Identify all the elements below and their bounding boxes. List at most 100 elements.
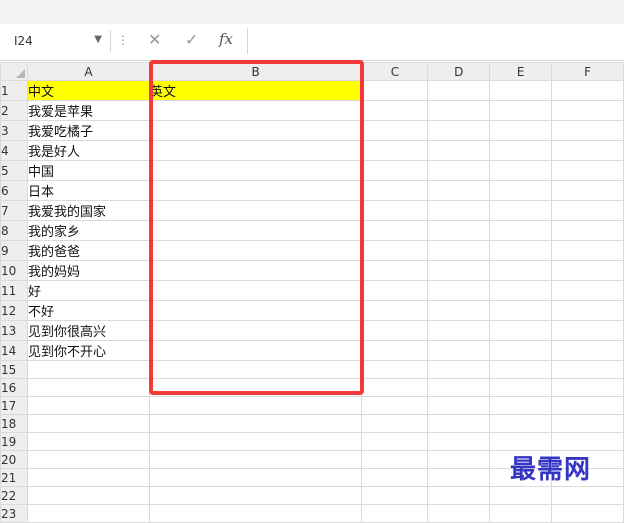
cell-a1[interactable]: 中文 bbox=[26, 80, 150, 101]
cell-c18[interactable] bbox=[361, 414, 429, 433]
cell-c6[interactable] bbox=[361, 180, 429, 201]
cell-f17[interactable] bbox=[551, 396, 624, 415]
cell-a22[interactable] bbox=[26, 486, 150, 505]
row-header[interactable]: 5 bbox=[0, 160, 28, 181]
cell-d20[interactable] bbox=[427, 450, 491, 469]
cell-e5[interactable] bbox=[489, 160, 553, 181]
column-header-d[interactable]: D bbox=[427, 62, 491, 81]
cell-c20[interactable] bbox=[361, 450, 429, 469]
row-header[interactable]: 6 bbox=[0, 180, 28, 201]
cell-d23[interactable] bbox=[427, 504, 491, 523]
cell-d7[interactable] bbox=[427, 200, 491, 221]
row-header[interactable]: 21 bbox=[0, 468, 28, 487]
cell-d1[interactable] bbox=[427, 80, 491, 101]
cell-c14[interactable] bbox=[361, 340, 429, 361]
cell-a2[interactable]: 我爱是苹果 bbox=[26, 100, 150, 121]
cell-c16[interactable] bbox=[361, 378, 429, 397]
cell-e23[interactable] bbox=[489, 504, 553, 523]
cell-e4[interactable] bbox=[489, 140, 553, 161]
name-box[interactable]: I24 ▼ bbox=[6, 30, 111, 52]
cell-f13[interactable] bbox=[551, 320, 624, 341]
cell-a14[interactable]: 见到你不开心 bbox=[26, 340, 150, 361]
cell-f16[interactable] bbox=[551, 378, 624, 397]
cell-e7[interactable] bbox=[489, 200, 553, 221]
row-header[interactable]: 23 bbox=[0, 504, 28, 523]
cell-f12[interactable] bbox=[551, 300, 624, 321]
cell-c13[interactable] bbox=[361, 320, 429, 341]
column-header-e[interactable]: E bbox=[489, 62, 553, 81]
cell-f8[interactable] bbox=[551, 220, 624, 241]
row-header[interactable]: 8 bbox=[0, 220, 28, 241]
cell-e17[interactable] bbox=[489, 396, 553, 415]
cell-a21[interactable] bbox=[26, 468, 150, 487]
cancel-icon[interactable]: ✕ bbox=[148, 30, 161, 49]
cell-d17[interactable] bbox=[427, 396, 491, 415]
cell-f18[interactable] bbox=[551, 414, 624, 433]
cell-d21[interactable] bbox=[427, 468, 491, 487]
cell-a5[interactable]: 中国 bbox=[26, 160, 150, 181]
cell-b23[interactable] bbox=[148, 504, 363, 523]
cell-e6[interactable] bbox=[489, 180, 553, 201]
cell-c15[interactable] bbox=[361, 360, 429, 379]
cell-d12[interactable] bbox=[427, 300, 491, 321]
cell-b19[interactable] bbox=[148, 432, 363, 451]
cell-d14[interactable] bbox=[427, 340, 491, 361]
cell-e9[interactable] bbox=[489, 240, 553, 261]
row-header[interactable]: 14 bbox=[0, 340, 28, 361]
cell-a6[interactable]: 日本 bbox=[26, 180, 150, 201]
cell-d13[interactable] bbox=[427, 320, 491, 341]
enter-icon[interactable]: ✓ bbox=[185, 30, 198, 49]
row-header[interactable]: 2 bbox=[0, 100, 28, 121]
cell-a17[interactable] bbox=[26, 396, 150, 415]
cell-a9[interactable]: 我的爸爸 bbox=[26, 240, 150, 261]
cell-c3[interactable] bbox=[361, 120, 429, 141]
cell-e13[interactable] bbox=[489, 320, 553, 341]
cell-d2[interactable] bbox=[427, 100, 491, 121]
cell-a23[interactable] bbox=[26, 504, 150, 523]
cell-a4[interactable]: 我是好人 bbox=[26, 140, 150, 161]
row-header[interactable]: 1 bbox=[0, 80, 28, 101]
cell-d3[interactable] bbox=[427, 120, 491, 141]
cell-f14[interactable] bbox=[551, 340, 624, 361]
cell-a10[interactable]: 我的妈妈 bbox=[26, 260, 150, 281]
cell-c2[interactable] bbox=[361, 100, 429, 121]
cell-e22[interactable] bbox=[489, 486, 553, 505]
cell-e11[interactable] bbox=[489, 280, 553, 301]
insert-function-icon[interactable]: fx bbox=[219, 30, 233, 48]
cell-d18[interactable] bbox=[427, 414, 491, 433]
cell-a18[interactable] bbox=[26, 414, 150, 433]
cell-f10[interactable] bbox=[551, 260, 624, 281]
cell-e1[interactable] bbox=[489, 80, 553, 101]
cell-a20[interactable] bbox=[26, 450, 150, 469]
cell-d4[interactable] bbox=[427, 140, 491, 161]
cell-f2[interactable] bbox=[551, 100, 624, 121]
cell-e19[interactable] bbox=[489, 432, 553, 451]
cell-f11[interactable] bbox=[551, 280, 624, 301]
cell-e12[interactable] bbox=[489, 300, 553, 321]
row-header[interactable]: 12 bbox=[0, 300, 28, 321]
column-header-a[interactable]: A bbox=[26, 62, 150, 81]
row-header[interactable]: 17 bbox=[0, 396, 28, 415]
row-header[interactable]: 20 bbox=[0, 450, 28, 469]
cell-b20[interactable] bbox=[148, 450, 363, 469]
cell-e15[interactable] bbox=[489, 360, 553, 379]
cell-a11[interactable]: 好 bbox=[26, 280, 150, 301]
cell-c1[interactable] bbox=[361, 80, 429, 101]
formula-input[interactable] bbox=[247, 28, 624, 54]
cell-c4[interactable] bbox=[361, 140, 429, 161]
cell-a8[interactable]: 我的家乡 bbox=[26, 220, 150, 241]
cell-e10[interactable] bbox=[489, 260, 553, 281]
row-header[interactable]: 19 bbox=[0, 432, 28, 451]
cell-f23[interactable] bbox=[551, 504, 624, 523]
drag-handle-icon[interactable]: ⋮ bbox=[117, 33, 129, 47]
cell-d8[interactable] bbox=[427, 220, 491, 241]
row-header[interactable]: 22 bbox=[0, 486, 28, 505]
cell-c17[interactable] bbox=[361, 396, 429, 415]
cell-d15[interactable] bbox=[427, 360, 491, 379]
row-header[interactable]: 3 bbox=[0, 120, 28, 141]
cell-f1[interactable] bbox=[551, 80, 624, 101]
cell-c9[interactable] bbox=[361, 240, 429, 261]
row-header[interactable]: 9 bbox=[0, 240, 28, 261]
cell-a12[interactable]: 不好 bbox=[26, 300, 150, 321]
cell-f6[interactable] bbox=[551, 180, 624, 201]
